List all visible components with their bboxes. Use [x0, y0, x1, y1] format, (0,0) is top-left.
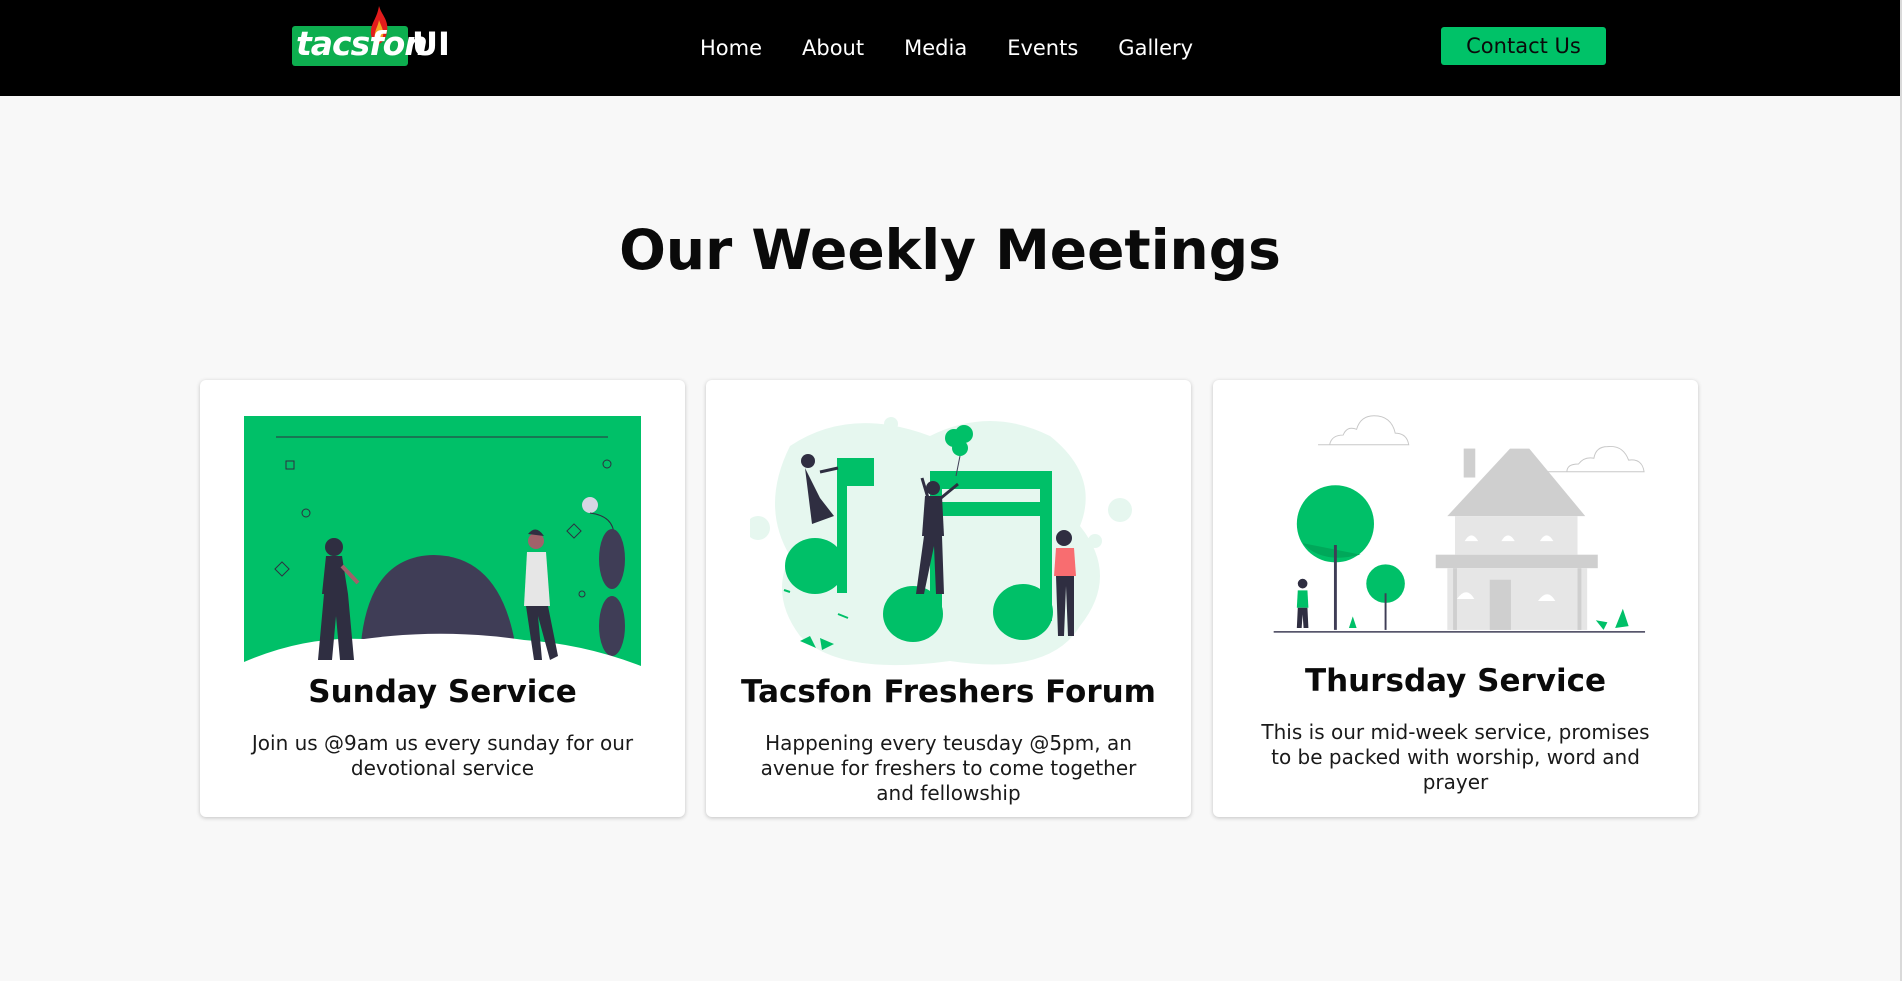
- nav-about[interactable]: About: [802, 32, 864, 64]
- contact-us-button[interactable]: Contact Us: [1441, 27, 1606, 65]
- nav-home[interactable]: Home: [700, 32, 762, 64]
- top-navbar: tacsfon UI Home About Media Events Galle…: [0, 0, 1900, 96]
- card-title: Thursday Service: [1304, 663, 1607, 699]
- section-title: Our Weekly Meetings: [619, 218, 1281, 282]
- nav-events[interactable]: Events: [1007, 32, 1078, 64]
- meeting-card-freshers: Tacsfon Freshers Forum Happening every t…: [706, 380, 1191, 817]
- meeting-card-thursday: Thursday Service This is our mid-week se…: [1213, 380, 1698, 817]
- meeting-card-sunday: Sunday Service Join us @9am us every sun…: [200, 380, 685, 817]
- nav-gallery[interactable]: Gallery: [1118, 32, 1193, 64]
- nav-media[interactable]: Media: [904, 32, 967, 64]
- people-outside-hill-icon: [244, 416, 641, 670]
- brand-logo[interactable]: tacsfon UI: [292, 6, 452, 68]
- main-nav: Home About Media Events Gallery: [700, 32, 1233, 64]
- card-title: Sunday Service: [308, 674, 577, 710]
- card-description: Join us @9am us every sunday for our dev…: [251, 731, 634, 780]
- card-description: This is our mid-week service, promises t…: [1261, 720, 1650, 794]
- card-description: Happening every teusday @5pm, an avenue …: [760, 731, 1137, 805]
- house-trees-icon: [1273, 415, 1646, 633]
- logo-wordmark: tacsfon: [296, 24, 428, 63]
- logo-suffix: UI: [412, 25, 450, 63]
- music-notes-people-icon: [750, 417, 1132, 666]
- card-title: Tacsfon Freshers Forum: [740, 674, 1156, 710]
